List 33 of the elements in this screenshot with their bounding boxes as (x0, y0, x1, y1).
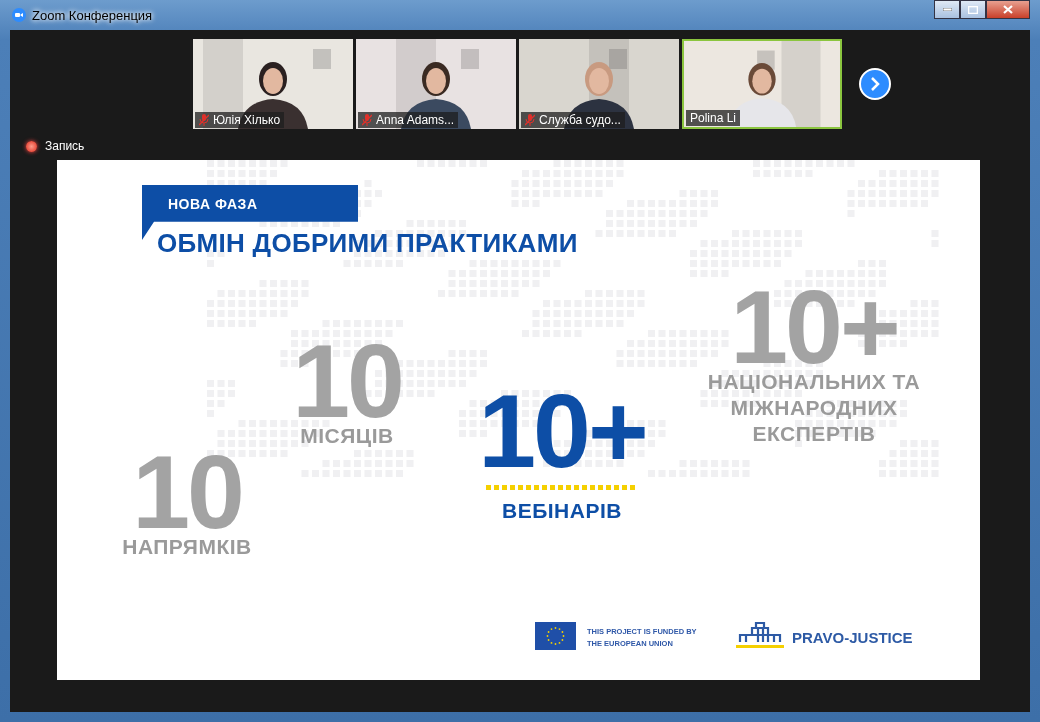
participant-name: Служба судо... (539, 113, 621, 127)
close-button[interactable] (986, 0, 1030, 19)
video-tile[interactable]: Служба судо... (519, 39, 679, 129)
close-icon (1003, 5, 1013, 14)
maximize-icon (968, 5, 978, 14)
minimize-icon (942, 8, 952, 11)
slide-title: ОБМІН ДОБРИМИ ПРАКТИКАМИ (157, 228, 578, 259)
building-logo-icon (736, 622, 784, 649)
stat-label: ВЕБІНАРІВ (502, 498, 622, 525)
slide-tag: НОВА ФАЗА (168, 196, 258, 212)
chevron-right-icon (870, 77, 880, 91)
eu-flag-icon (535, 622, 576, 650)
video-tile[interactable]: Polina Li (682, 39, 842, 129)
participant-name: Polina Li (690, 111, 737, 125)
stat-number: 10+ (478, 390, 646, 474)
stat-number: 10+ (730, 286, 898, 370)
stat-number: 10 (132, 451, 242, 535)
stat-label: МІСЯЦІВ (300, 423, 394, 450)
maximize-button[interactable] (960, 0, 986, 19)
video-tile[interactable]: Юлія Хілько (193, 39, 353, 129)
brand-name: PRAVO-JUSTICE (792, 629, 913, 646)
zoom-logo-icon (12, 8, 26, 22)
recording-dot-icon (26, 140, 37, 152)
next-page-button[interactable] (859, 68, 891, 100)
minimize-button[interactable] (934, 0, 960, 19)
participant-name: Юлія Хілько (213, 113, 281, 127)
video-tile[interactable]: Anna Adams... (356, 39, 516, 129)
stat-number: 10 (292, 340, 402, 424)
stat-label: НАПРЯМКІВ (122, 534, 252, 561)
recording-label: Запись (45, 139, 85, 153)
stat-label: НАЦІОНАЛЬНИХ ТА МІЖНАРОДНИХ ЕКСПЕРТІВ (706, 369, 922, 448)
participant-name: Anna Adams... (376, 113, 455, 127)
window-title: Zoom Конференция (32, 7, 153, 23)
